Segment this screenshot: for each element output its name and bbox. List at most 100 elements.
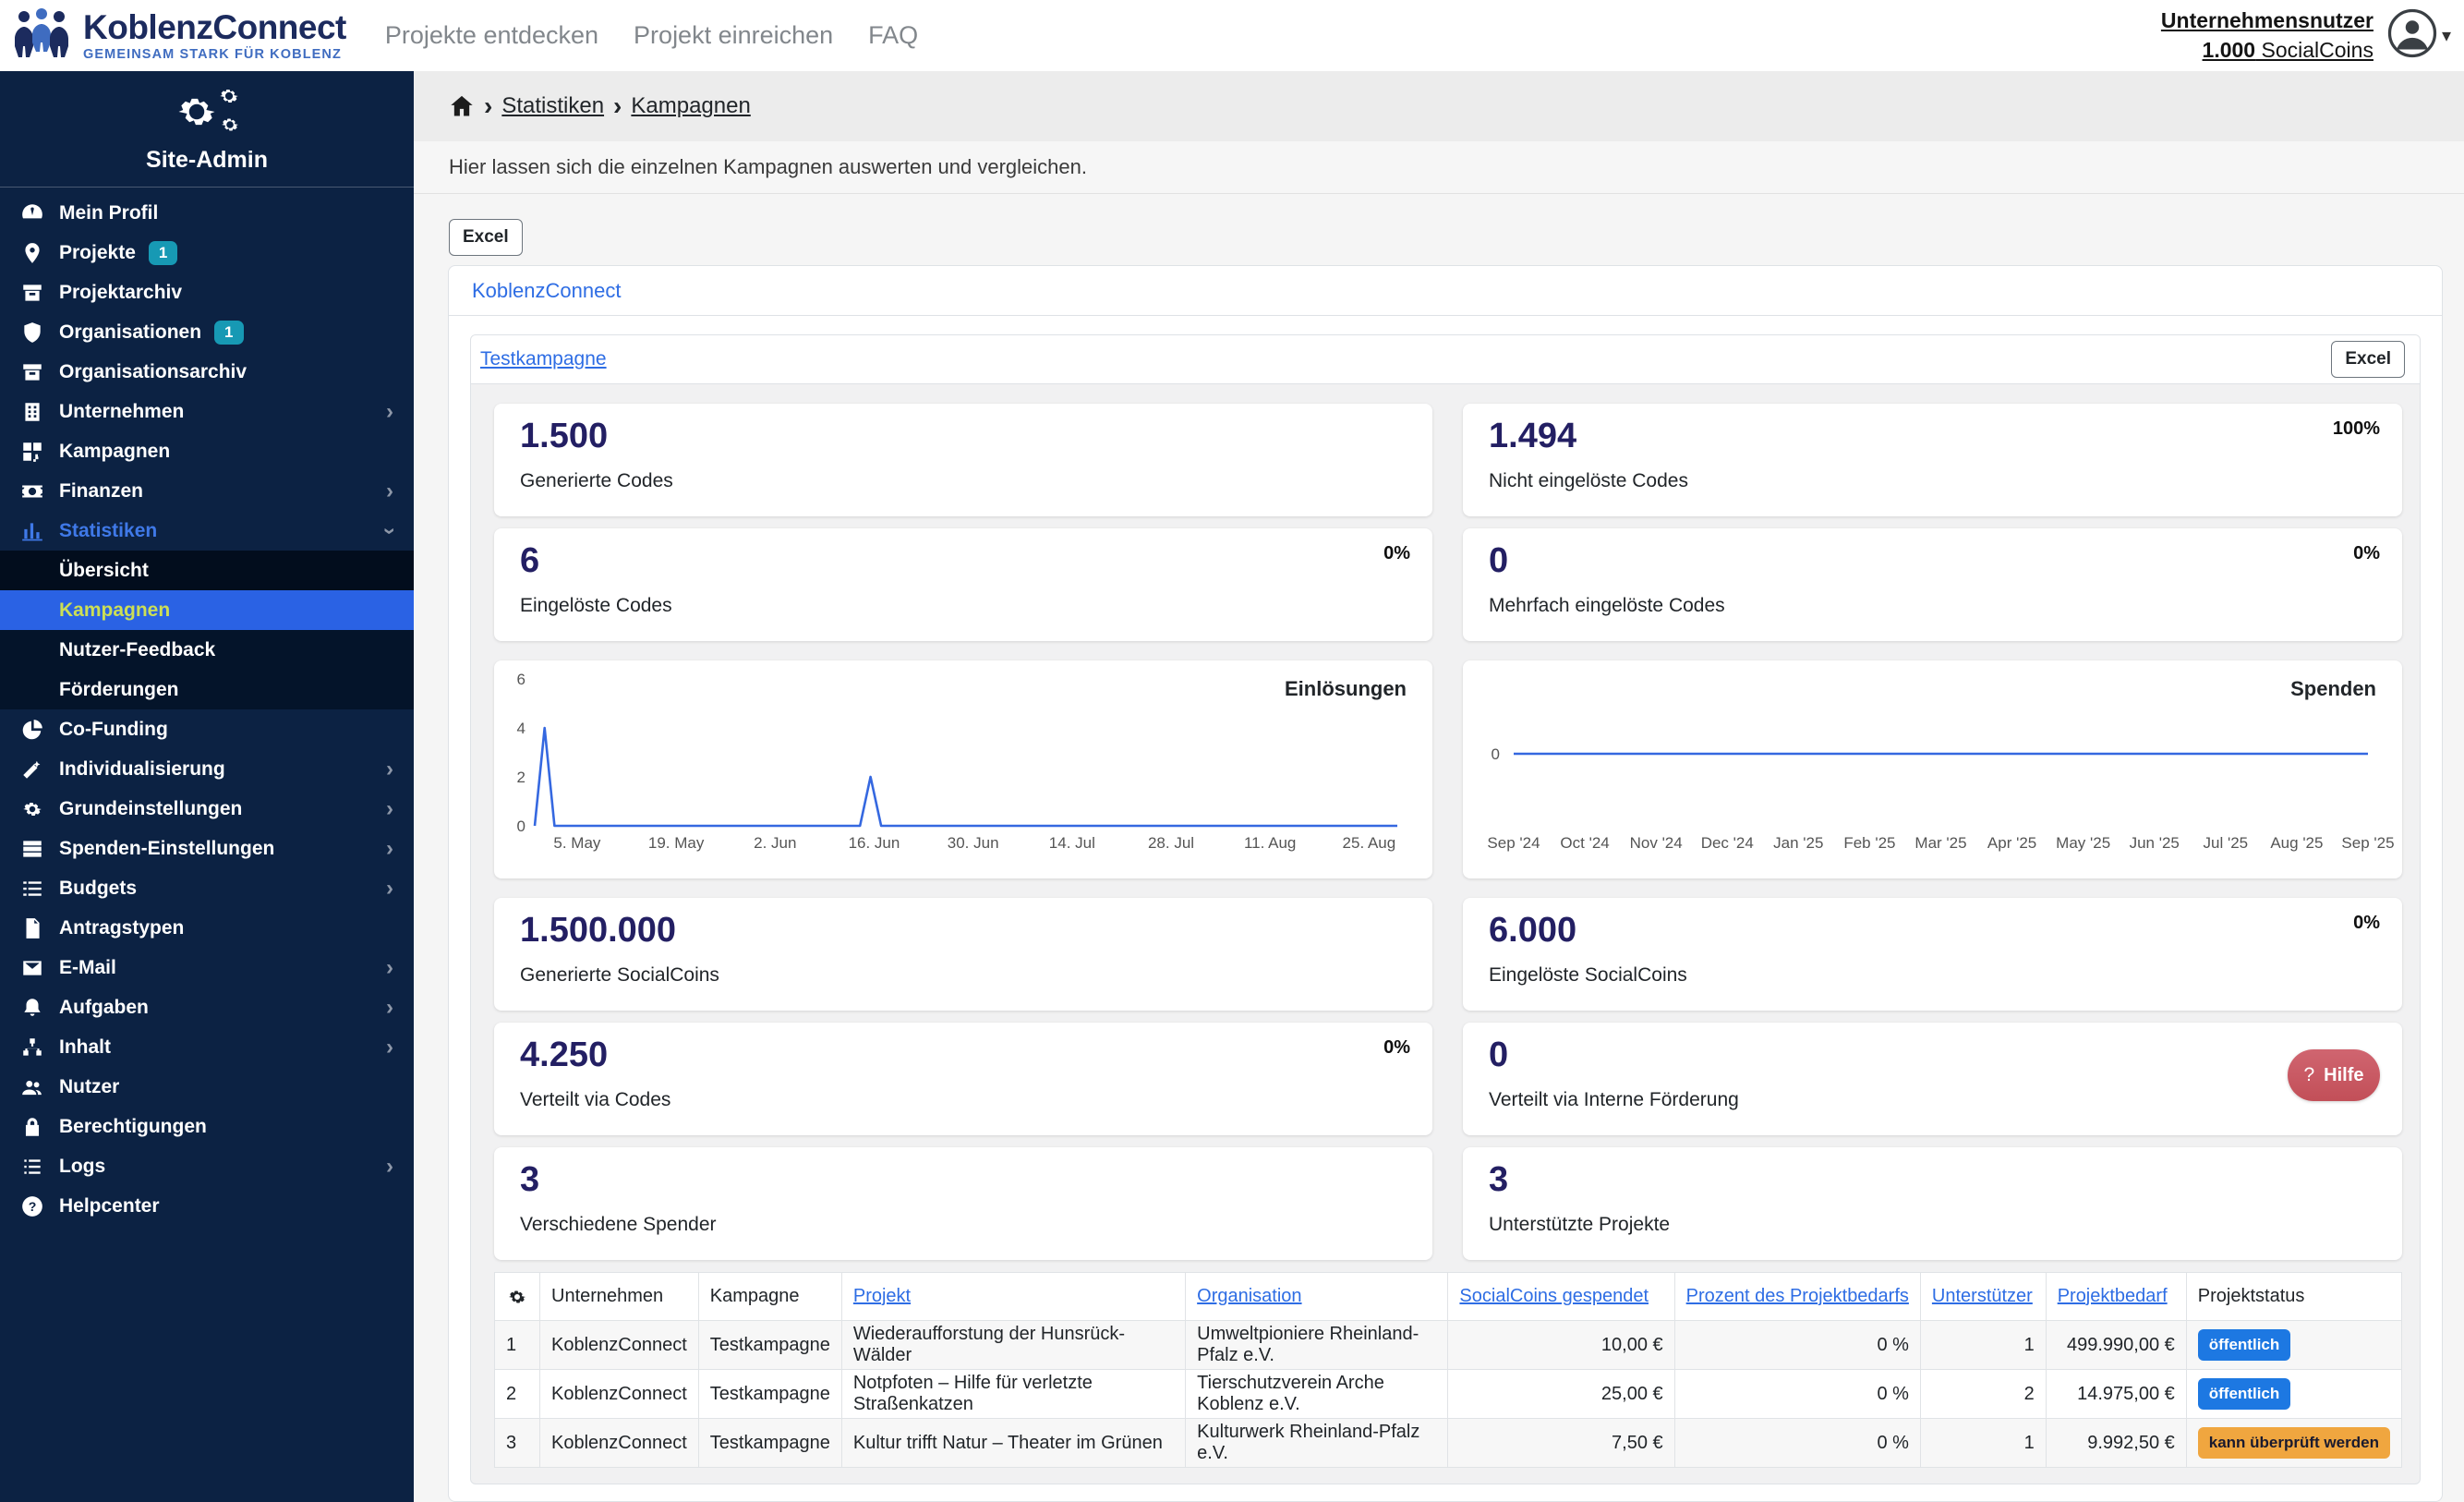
sidebar-item-nutzer[interactable]: Nutzer <box>0 1067 414 1107</box>
nav-projekt-einreichen[interactable]: Projekt einreichen <box>634 21 833 50</box>
stat-label: Mehrfach eingelöste Codes <box>1489 595 1725 616</box>
home-icon[interactable] <box>449 93 475 119</box>
chevron-right-icon: › <box>484 91 493 120</box>
chevron-right-icon: › <box>386 954 393 980</box>
campaign-card: Testkampagne Excel 1.500 Generierte Codes… <box>470 334 2421 1484</box>
socialcoins-balance[interactable]: 1.000 SocialCoins <box>2203 36 2373 65</box>
stat-label: Generierte SocialCoins <box>520 964 719 986</box>
sidebar-item-co-funding[interactable]: Co-Funding <box>0 709 414 749</box>
sidebar-item-organisationen[interactable]: Organisationen 1 <box>0 312 414 352</box>
sidebar-item-antragstypen[interactable]: Antragstypen <box>0 908 414 948</box>
sidebar-item-finanzen[interactable]: Finanzen › <box>0 471 414 511</box>
stat-label: Nicht eingelöste Codes <box>1489 470 1688 491</box>
table-settings-header[interactable] <box>494 1272 540 1321</box>
sidebar-item-mein-profil[interactable]: Mein Profil <box>0 193 414 233</box>
header-unternehmen: Unternehmen <box>539 1272 699 1321</box>
sort-header-projektbedarf: Projektbedarf <box>2045 1272 2187 1321</box>
chevron-right-icon: › <box>386 398 393 424</box>
sidebar-item-individualisierung[interactable]: Individualisierung › <box>0 749 414 789</box>
breadcrumb-statistiken[interactable]: Statistiken <box>501 93 604 119</box>
campaign-card-header: Testkampagne Excel <box>471 335 2420 384</box>
sidebar-item-grundeinstellungen[interactable]: Grundeinstellungen › <box>0 789 414 829</box>
submenu-item-übersicht[interactable]: Übersicht <box>0 551 414 590</box>
sidebar-item-inhalt[interactable]: Inhalt › <box>0 1027 414 1067</box>
svg-text:0: 0 <box>517 818 525 835</box>
status-badge: kann überprüft werden <box>2197 1427 2390 1459</box>
document-icon <box>20 916 50 940</box>
envelope-icon <box>20 956 50 980</box>
submenu-item-förderungen[interactable]: Förderungen <box>0 670 414 709</box>
header-kampagne: Kampagne <box>697 1272 842 1321</box>
stat-percent: 0% <box>1383 1037 1410 1058</box>
chevron-right-icon: › <box>386 835 393 861</box>
stat-label: Unterstützte Projekte <box>1489 1214 1671 1235</box>
sidebar-item-spenden-einstellungen[interactable]: Spenden-Einstellungen › <box>0 829 414 868</box>
sidebar-title: Site-Admin <box>146 147 268 173</box>
status-badge: öffentlich <box>2197 1329 2291 1361</box>
sort-header-socialcoins-gespendet: SocialCoins gespendet <box>1447 1272 1675 1321</box>
status-badge: öffentlich <box>2197 1378 2291 1410</box>
sort-header-organisation: Organisation <box>1185 1272 1449 1321</box>
svg-text:25. Aug: 25. Aug <box>1343 834 1396 852</box>
sidebar-nav: Mein Profil Projekte 1 Projektarchiv Organis… <box>0 188 414 1226</box>
brand-name: KoblenzConnect <box>83 7 346 46</box>
projects-table-wrap: Unternehmen Kampagne Projekt Organisation So… <box>494 1272 2403 1468</box>
sidebar-item-statistiken[interactable]: Statistiken › <box>0 511 414 551</box>
chart-bar-icon <box>20 519 50 543</box>
archive-icon <box>20 360 50 384</box>
list-check-icon <box>20 877 50 901</box>
chevron-right-icon: › <box>386 1153 393 1179</box>
nav-projekte-entdecken[interactable]: Projekte entdecken <box>385 21 598 50</box>
page-description: Hier lassen sich die einzelnen Kampagnen… <box>449 155 1087 178</box>
stat-card-eingelöste-socialcoins: 6.000 Eingelöste SocialCoins 0% <box>1463 898 2402 1011</box>
submenu-item-kampagnen[interactable]: Kampagnen <box>0 590 414 630</box>
campaign-link[interactable]: Testkampagne <box>480 348 607 370</box>
excel-export-button[interactable]: Excel <box>449 219 523 256</box>
sidebar-item-projekte[interactable]: Projekte 1 <box>0 233 414 273</box>
question-icon: ? <box>2303 1064 2315 1085</box>
company-card: KoblenzConnect Testkampagne Excel 1.500 G… <box>448 265 2443 1502</box>
brand-logo[interactable]: KoblenzConnect GEMEINSAM STARK FÜR KOBLE… <box>0 7 346 64</box>
company-link[interactable]: KoblenzConnect <box>472 279 621 303</box>
sidebar-item-logs[interactable]: Logs › <box>0 1146 414 1186</box>
breadcrumb-kampagnen[interactable]: Kampagnen <box>631 93 750 119</box>
brand-tagline: GEMEINSAM STARK FÜR KOBLENZ <box>83 46 342 62</box>
submenu-item-nutzer-feedback[interactable]: Nutzer-Feedback <box>0 630 414 670</box>
people-logo-icon <box>13 7 70 64</box>
svg-text:5. May: 5. May <box>553 834 601 852</box>
svg-text:Mar '25: Mar '25 <box>1914 834 1966 852</box>
sidebar-item-organisationsarchiv[interactable]: Organisationsarchiv <box>0 352 414 392</box>
hilfe-button[interactable]: ? Hilfe <box>2288 1049 2380 1101</box>
svg-text:Jun '25: Jun '25 <box>2130 834 2180 852</box>
sidebar: Site-Admin Mein Profil Projekte 1 Projektar… <box>0 71 414 1502</box>
svg-text:11. Aug: 11. Aug <box>1244 834 1296 852</box>
sidebar-item-unternehmen[interactable]: Unternehmen › <box>0 392 414 431</box>
stat-value: 1.500 <box>520 417 609 455</box>
sidebar-item-berechtigungen[interactable]: Berechtigungen <box>0 1107 414 1146</box>
avatar-button[interactable]: ▾ <box>2386 7 2451 64</box>
svg-text:28. Jul: 28. Jul <box>1148 834 1194 852</box>
sidebar-item-projektarchiv[interactable]: Projektarchiv <box>0 273 414 312</box>
stat-label: Eingelöste Codes <box>520 595 672 616</box>
money-icon <box>20 479 50 503</box>
sidebar-item-e-mail[interactable]: E-Mail › <box>0 948 414 987</box>
svg-text:0: 0 <box>1492 745 1500 763</box>
stat-value: 0 <box>1489 541 1509 580</box>
svg-text:6: 6 <box>517 671 525 688</box>
sidebar-item-kampagnen[interactable]: Kampagnen <box>0 431 414 471</box>
sort-header-projekt: Projekt <box>840 1272 1187 1321</box>
user-role-link[interactable]: Unternehmensnutzer <box>2161 6 2373 35</box>
sidebar-item-budgets[interactable]: Budgets › <box>0 868 414 908</box>
sidebar-item-helpcenter[interactable]: ? Helpcenter <box>0 1186 414 1226</box>
stat-percent: 100% <box>2332 418 2380 439</box>
svg-text:May '25: May '25 <box>2056 834 2110 852</box>
avatar-icon <box>2386 7 2438 64</box>
bell-icon <box>20 996 50 1020</box>
nav-faq[interactable]: FAQ <box>868 21 918 50</box>
campaign-excel-button[interactable]: Excel <box>2331 341 2405 378</box>
header-projektstatus: Projektstatus <box>2185 1272 2403 1321</box>
chevron-down-icon: › <box>378 527 403 535</box>
svg-text:Oct '24: Oct '24 <box>1560 834 1609 852</box>
svg-text:Apr '25: Apr '25 <box>1987 834 2036 852</box>
sidebar-item-aufgaben[interactable]: Aufgaben › <box>0 987 414 1027</box>
